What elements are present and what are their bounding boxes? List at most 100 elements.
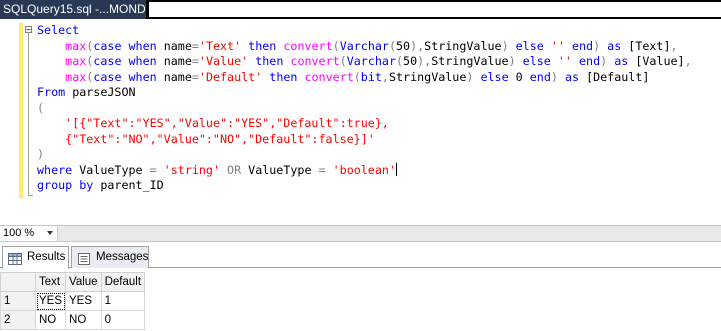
code-line[interactable]: ( <box>37 101 692 117</box>
row-number[interactable]: 2 <box>0 310 36 330</box>
code-token: as <box>557 69 587 84</box>
results-grid[interactable]: Text Value Default 1 YES YES 1 2 NO NO 0 <box>0 268 721 331</box>
code-line[interactable]: max(case when name='Text' then convert(V… <box>37 39 692 55</box>
code-token: then <box>241 38 284 53</box>
collapse-icon[interactable]: − <box>25 26 32 34</box>
column-header-text[interactable]: Text <box>34 272 67 292</box>
title-bar: SQLQuery15.sql -...MOND\ <box>0 0 721 19</box>
change-tracking-bar <box>19 23 23 198</box>
row-number[interactable]: 1 <box>0 291 36 311</box>
outline-guide-end <box>28 195 33 196</box>
code-token: 'boolean' <box>332 162 396 177</box>
code-token: '' <box>557 54 572 68</box>
table-row[interactable]: 1 YES YES 1 <box>0 291 146 311</box>
code-token: , <box>381 69 389 84</box>
code-token: = <box>191 54 199 68</box>
code-token: ValueType <box>79 162 150 177</box>
selection-margin[interactable] <box>0 19 18 225</box>
table-cell[interactable]: 0 <box>100 310 146 330</box>
table-cell[interactable]: NO <box>34 310 67 330</box>
code-token: ) <box>550 69 558 84</box>
code-line[interactable]: max (case when name='Default' then conver… <box>37 70 692 86</box>
code-token: name <box>156 69 192 84</box>
code-token: StringValue <box>424 38 502 53</box>
code-token: parent_ID <box>100 178 164 192</box>
zoom-bar: 100 % <box>0 225 721 242</box>
code-token: max <box>65 54 87 68</box>
code-token: = <box>191 69 199 84</box>
code-token: convert <box>290 54 340 68</box>
code-token: ) <box>37 147 45 161</box>
code-token: 0 <box>515 69 523 84</box>
tab-results[interactable]: Results <box>2 246 69 269</box>
code-token: else <box>515 54 558 68</box>
code-token: = <box>191 38 199 53</box>
code-token: end <box>571 54 601 68</box>
code-token: else <box>473 69 516 84</box>
code-line[interactable]: max(case when name='Value' then convert(… <box>37 54 691 70</box>
horizontal-scrollbar[interactable] <box>58 226 721 241</box>
code-line[interactable]: From parseJSON <box>37 85 692 101</box>
document-tab[interactable]: SQLQuery15.sql -...MOND\ <box>0 0 146 19</box>
code-token: where <box>37 162 80 177</box>
code-token: ), <box>417 54 432 68</box>
chevron-down-icon[interactable] <box>47 231 53 235</box>
table-row[interactable]: 2 NO NO 0 <box>0 310 146 330</box>
code-token: Select <box>37 23 80 37</box>
code-token: Varchar <box>339 38 389 53</box>
code-token: bit <box>360 69 382 84</box>
zoom-value: 100 % <box>3 227 35 239</box>
code-token: 'Value' <box>198 54 249 68</box>
code-token: ( <box>353 69 361 84</box>
code-token: case when <box>93 69 157 84</box>
code-token: '[{"Text":"YES","Value":"YES","Default":… <box>65 116 389 130</box>
code-token: Varchar <box>346 54 396 68</box>
code-token: case when <box>93 38 157 53</box>
code-token: as <box>607 54 636 68</box>
code-token: = <box>318 162 326 177</box>
code-token: end <box>522 69 551 84</box>
tab-messages-label: Messages <box>96 251 149 263</box>
table-cell[interactable]: YES <box>34 291 67 311</box>
code-token: as <box>600 38 629 53</box>
code-line[interactable]: {"Text":"NO","Value":"NO","Default":fals… <box>37 132 692 148</box>
code-token: OR <box>220 162 249 177</box>
sql-code[interactable]: Select max(case when name='Text' then co… <box>37 23 692 194</box>
code-token: max <box>65 69 87 84</box>
code-line[interactable]: '[{"Text":"YES","Value":"YES","Default":… <box>37 116 692 132</box>
grid-icon <box>8 252 22 272</box>
code-token: ), <box>410 38 425 53</box>
code-token: 'Default' <box>198 69 263 84</box>
code-token: case when <box>93 54 157 68</box>
code-line[interactable]: group by parent_ID <box>37 178 692 194</box>
code-token: ( <box>339 54 347 68</box>
table-cell[interactable]: NO <box>65 310 102 330</box>
column-header-default[interactable]: Default <box>100 272 146 292</box>
code-token: ) <box>508 54 516 68</box>
table-cell[interactable]: YES <box>65 291 102 311</box>
code-token: StringValue <box>431 54 509 68</box>
query-editor[interactable]: − Select max(case when name='Text' then … <box>0 19 721 225</box>
code-token: From <box>37 85 73 99</box>
grid-corner[interactable] <box>0 272 36 292</box>
code-token: [Default] <box>586 69 650 84</box>
tab-messages[interactable]: Messages <box>71 246 149 268</box>
code-token: [Text] <box>628 38 671 53</box>
code-token: {"Text":"NO","Value":"NO","Default":fals… <box>65 131 375 146</box>
code-token: max <box>65 38 87 53</box>
code-line[interactable]: Select <box>37 23 692 39</box>
zoom-dropdown[interactable]: 100 % <box>0 226 58 241</box>
table-cell[interactable]: 1 <box>100 291 146 311</box>
column-header-value[interactable]: Value <box>65 272 102 292</box>
code-token: else <box>508 38 551 53</box>
code-token: ValueType <box>248 162 319 177</box>
code-token: end <box>564 38 594 53</box>
code-token: 'string' <box>163 162 220 177</box>
code-line[interactable]: ) <box>37 147 692 163</box>
code-line[interactable]: where ValueType = 'string' OR ValueType … <box>37 162 692 179</box>
